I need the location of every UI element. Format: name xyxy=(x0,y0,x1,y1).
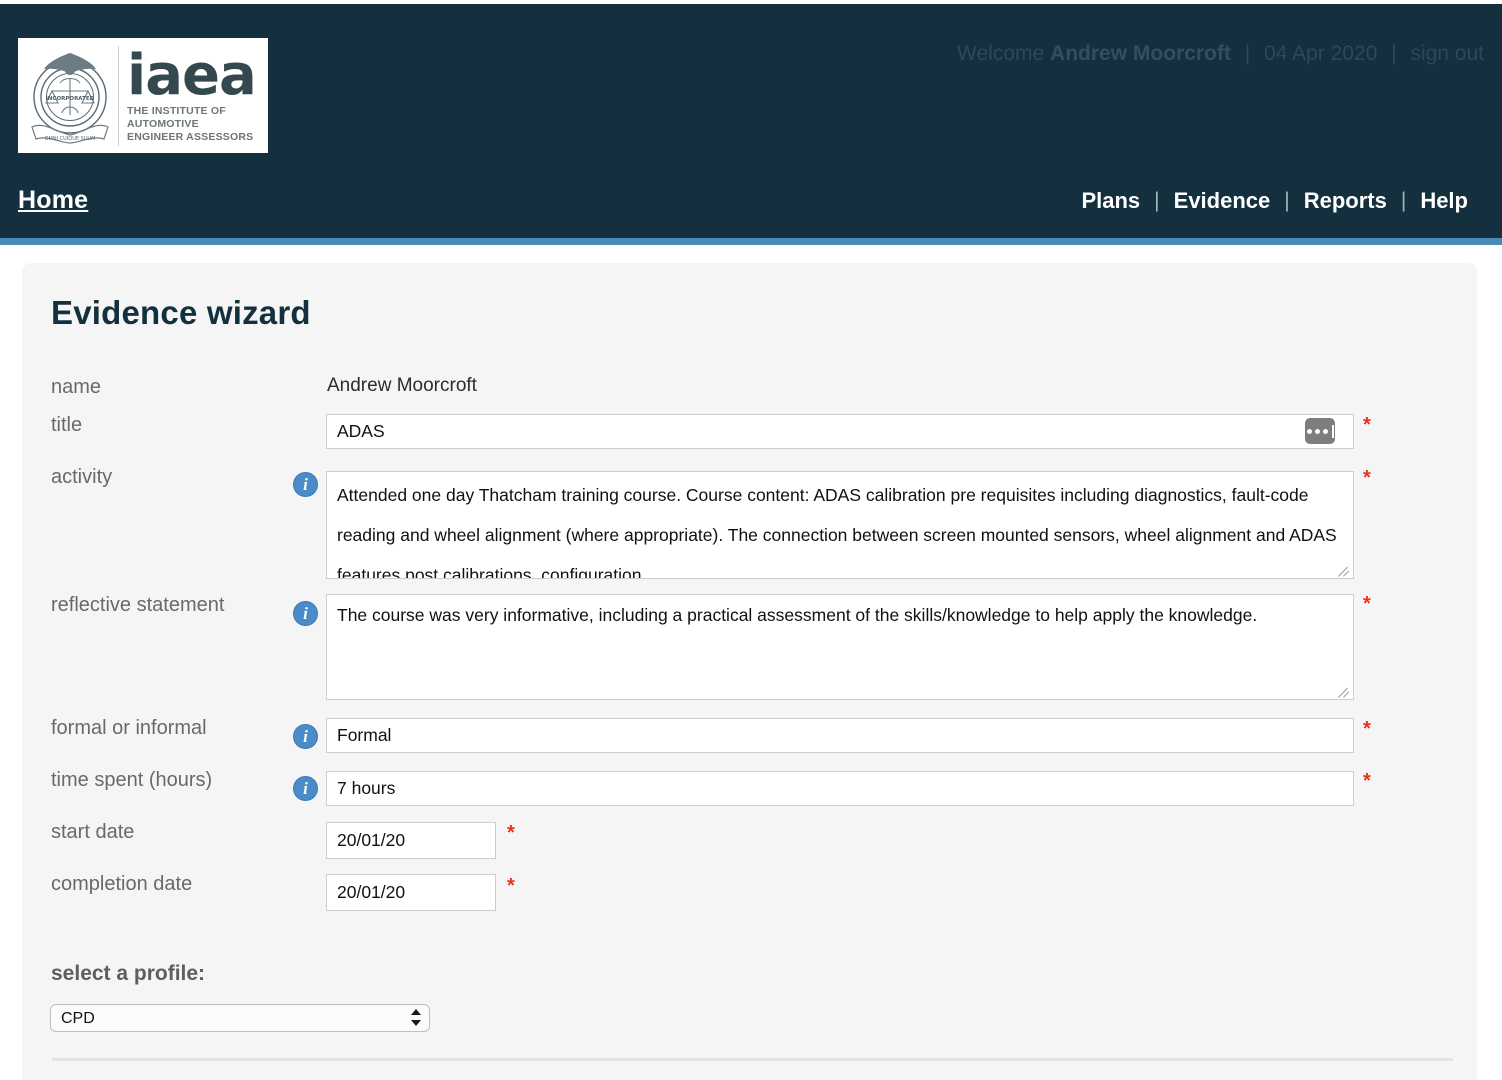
logo-divider xyxy=(118,45,119,146)
activity-required-marker: * xyxy=(1363,467,1371,489)
welcome-date: 04 Apr 2020 xyxy=(1264,42,1378,65)
header-accent-bar xyxy=(0,238,1502,245)
welcome-user-name: Andrew Moorcroft xyxy=(1050,42,1231,65)
formal-or-informal-required-marker: * xyxy=(1363,718,1371,740)
nav-item-help[interactable]: Help xyxy=(1406,188,1482,214)
site-header: INCORPORATED OMNI CUIQUE SUUM iaea THE I… xyxy=(0,4,1502,238)
time-spent-required-marker: * xyxy=(1363,770,1371,792)
completion-date-required-marker: * xyxy=(507,875,515,897)
page-title: Evidence wizard xyxy=(51,294,311,331)
label-title: title xyxy=(51,414,83,436)
profile-select-wrapper: CPD xyxy=(50,1004,430,1032)
svg-text:INCORPORATED: INCORPORATED xyxy=(46,96,95,102)
welcome-separator-1: | xyxy=(1244,42,1251,65)
value-name: Andrew Moorcroft xyxy=(327,375,477,396)
time-spent-input[interactable] xyxy=(326,771,1354,806)
nav-item-home[interactable]: Home xyxy=(18,186,88,215)
nav-item-evidence[interactable]: Evidence xyxy=(1160,188,1285,214)
label-time-spent: time spent (hours) xyxy=(51,769,213,791)
welcome-bar: Welcome Andrew Moorcroft | 04 Apr 2020 |… xyxy=(957,42,1484,66)
label-activity: activity xyxy=(51,466,113,488)
logo-subtitle-line2: ENGINEER ASSESSORS xyxy=(127,130,254,143)
evidence-wizard-card: Evidence wizard name Andrew Moorcroft ti… xyxy=(22,263,1477,1080)
svg-text:OMNI CUIQUE SUUM: OMNI CUIQUE SUUM xyxy=(45,136,96,142)
reflective-statement-required-marker: * xyxy=(1363,593,1371,615)
reflective-statement-info-icon[interactable]: i xyxy=(293,601,318,626)
select-profile-heading: select a profile: xyxy=(51,962,206,985)
logo-wordmark-text: iaea xyxy=(127,42,257,108)
label-start-date: start date xyxy=(51,821,135,843)
title-input[interactable] xyxy=(326,414,1354,449)
iaea-logo[interactable]: INCORPORATED OMNI CUIQUE SUUM iaea THE I… xyxy=(18,38,268,153)
welcome-prefix: Welcome xyxy=(957,42,1045,65)
start-date-required-marker: * xyxy=(507,822,515,844)
iaea-crest-icon: INCORPORATED OMNI CUIQUE SUUM xyxy=(24,43,116,148)
label-reflective-statement: reflective statement xyxy=(51,594,225,616)
logo-wordmark: iaea THE INSTITUTE OF AUTOMOTIVE ENGINEE… xyxy=(127,42,262,144)
section-divider xyxy=(52,1058,1453,1061)
reflective-statement-textarea[interactable] xyxy=(326,594,1354,700)
title-required-marker: * xyxy=(1363,414,1371,436)
main-nav: Home Plans | Evidence | Reports | Help xyxy=(0,186,1502,226)
time-spent-info-icon[interactable]: i xyxy=(293,776,318,801)
welcome-separator-2: | xyxy=(1391,42,1397,65)
activity-textarea[interactable] xyxy=(326,471,1354,579)
nav-item-reports[interactable]: Reports xyxy=(1290,188,1401,214)
label-completion-date: completion date xyxy=(51,873,193,895)
activity-info-icon[interactable]: i xyxy=(293,472,318,497)
logo-subtitle-line1: THE INSTITUTE OF AUTOMOTIVE xyxy=(127,105,226,130)
profile-select[interactable]: CPD xyxy=(50,1004,430,1032)
completion-date-input[interactable] xyxy=(326,874,496,911)
label-name: name xyxy=(51,376,102,398)
start-date-input[interactable] xyxy=(326,822,496,859)
label-formal-or-informal: formal or informal xyxy=(51,717,207,739)
title-autofill-button[interactable] xyxy=(1305,418,1335,444)
formal-or-informal-info-icon[interactable]: i xyxy=(293,724,318,749)
nav-item-plans[interactable]: Plans xyxy=(1067,188,1154,214)
sign-out-link[interactable]: sign out xyxy=(1410,42,1484,65)
formal-or-informal-input[interactable] xyxy=(326,718,1354,753)
nav-links: Plans | Evidence | Reports | Help xyxy=(1067,188,1482,214)
